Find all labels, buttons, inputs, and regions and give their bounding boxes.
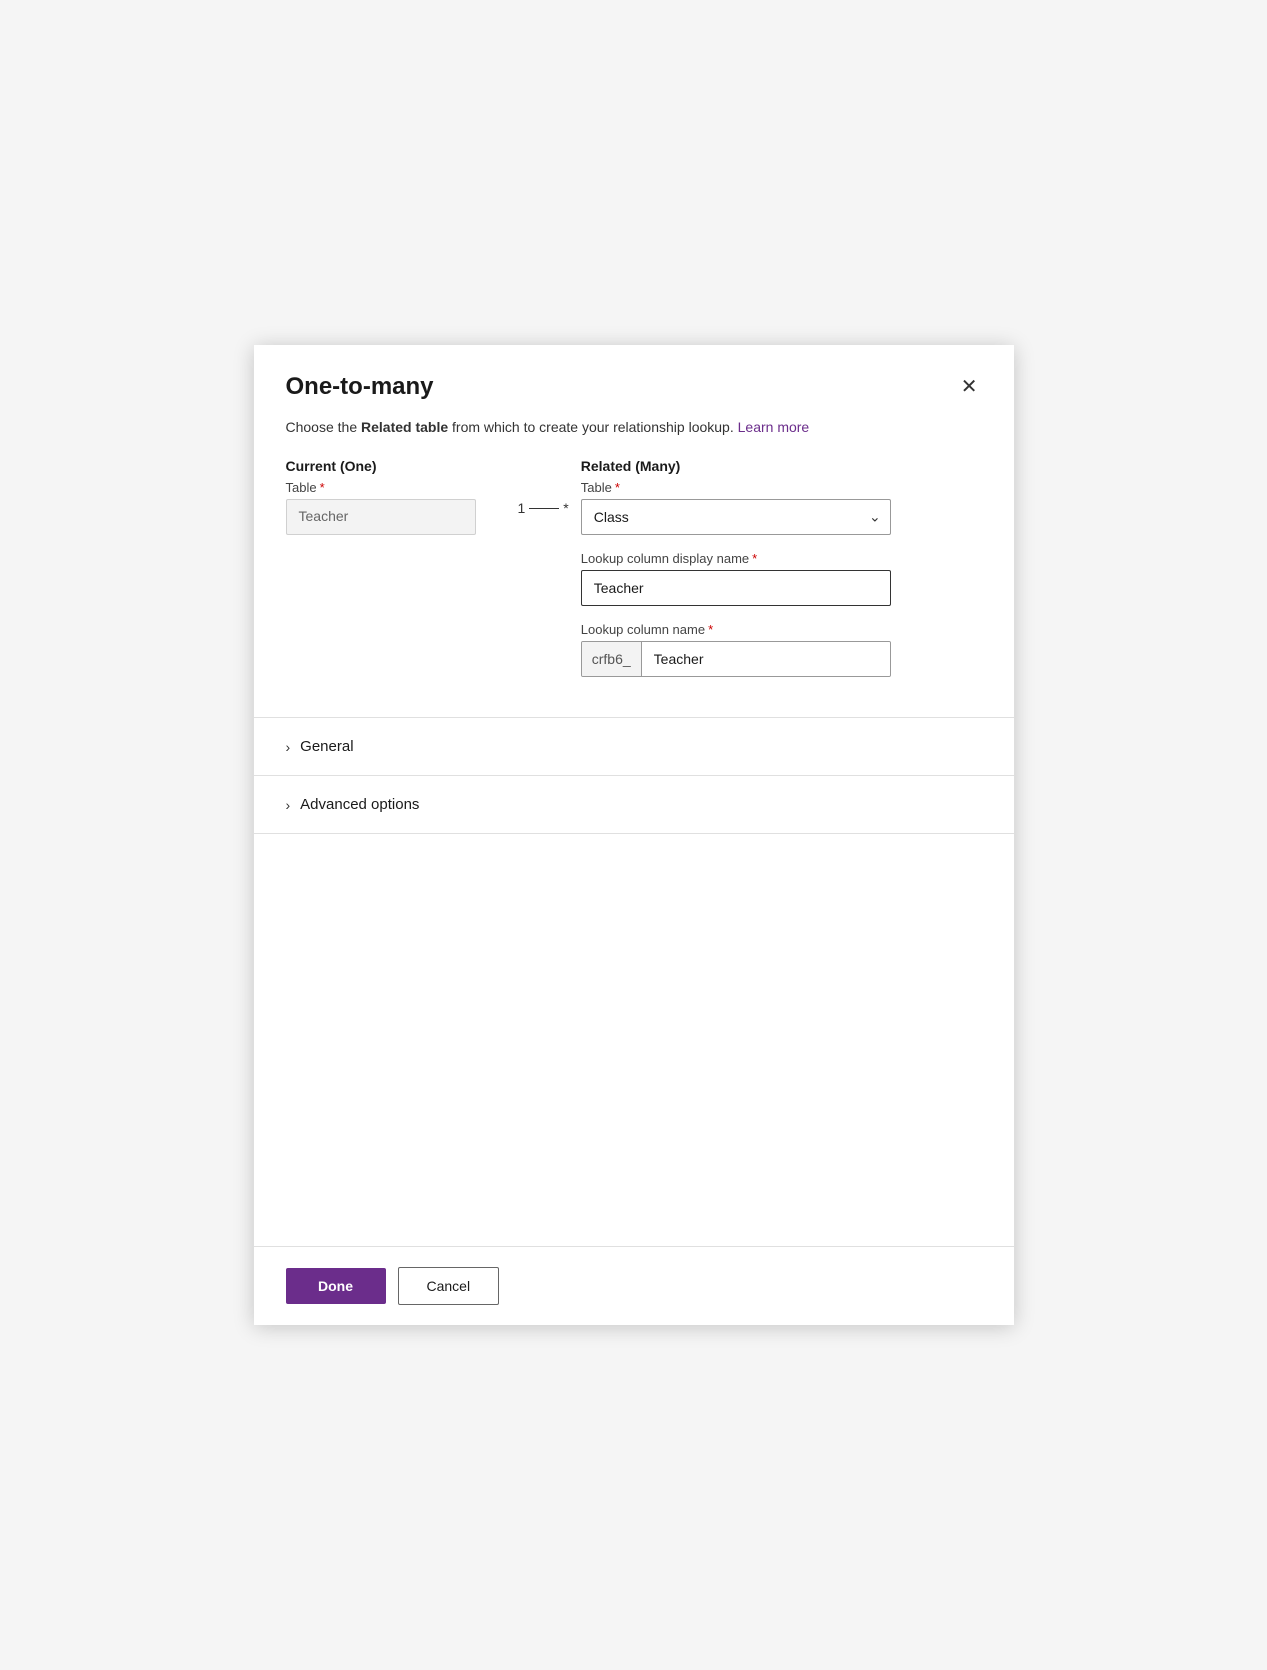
dialog-header: One-to-many ✕ [254, 345, 1014, 417]
cancel-button[interactable]: Cancel [398, 1267, 500, 1305]
general-section: › General [254, 718, 1014, 775]
current-table-label: Table* [286, 480, 506, 495]
advanced-chevron-icon: › [286, 797, 291, 813]
related-table-dropdown[interactable]: Class ⌄ [581, 499, 891, 535]
current-table-field: Table* Teacher [286, 480, 506, 535]
lookup-display-label: Lookup column display name* [581, 551, 982, 566]
current-column-heading: Current (One) [286, 458, 506, 474]
lookup-display-required: * [752, 551, 757, 566]
dialog-description: Choose the Related table from which to c… [254, 417, 1014, 458]
lookup-name-label: Lookup column name* [581, 622, 982, 637]
lookup-name-required: * [708, 622, 713, 637]
general-section-header[interactable]: › General [286, 718, 982, 775]
connector-one: 1 [518, 500, 526, 516]
lookup-display-field: Lookup column display name* [581, 551, 982, 606]
description-bold: Related table [361, 419, 448, 435]
description-text-before: Choose the [286, 419, 362, 435]
columns-row: Current (One) Table* Teacher 1 * Rela [286, 458, 982, 693]
related-table-field: Table* Class ⌄ [581, 480, 982, 535]
general-chevron-icon: › [286, 739, 291, 755]
advanced-section-header[interactable]: › Advanced options [286, 776, 982, 833]
general-section-title: General [300, 738, 353, 755]
related-table-label: Table* [581, 480, 982, 495]
connector-line: 1 * [518, 500, 569, 516]
advanced-section: › Advanced options [254, 776, 1014, 833]
current-table-required: * [320, 480, 325, 495]
lookup-display-input[interactable] [581, 570, 891, 606]
connector: 1 * [506, 458, 581, 516]
close-button[interactable]: ✕ [957, 373, 982, 401]
main-section: Current (One) Table* Teacher 1 * Rela [254, 458, 1014, 717]
related-column-heading: Related (Many) [581, 458, 982, 474]
description-text-after: from which to create your relationship l… [448, 419, 734, 435]
lookup-name-input[interactable] [642, 642, 890, 676]
current-table-value: Teacher [286, 499, 476, 535]
related-table-select[interactable]: Class [581, 499, 891, 535]
connector-dash-line [529, 508, 559, 509]
lookup-name-container: crfb6_ [581, 641, 891, 677]
one-to-many-dialog: One-to-many ✕ Choose the Related table f… [254, 345, 1014, 1325]
learn-more-link[interactable]: Learn more [738, 419, 810, 435]
lookup-name-field: Lookup column name* crfb6_ [581, 622, 982, 677]
connector-many: * [563, 500, 568, 516]
related-table-required: * [615, 480, 620, 495]
dialog-title: One-to-many [286, 373, 434, 401]
done-button[interactable]: Done [286, 1268, 386, 1304]
dialog-footer: Done Cancel [254, 1246, 1014, 1325]
advanced-section-title: Advanced options [300, 796, 419, 813]
lookup-name-prefix: crfb6_ [582, 642, 642, 676]
divider-3 [254, 833, 1014, 834]
related-column: Related (Many) Table* Class ⌄ [581, 458, 982, 693]
current-column: Current (One) Table* Teacher [286, 458, 506, 551]
